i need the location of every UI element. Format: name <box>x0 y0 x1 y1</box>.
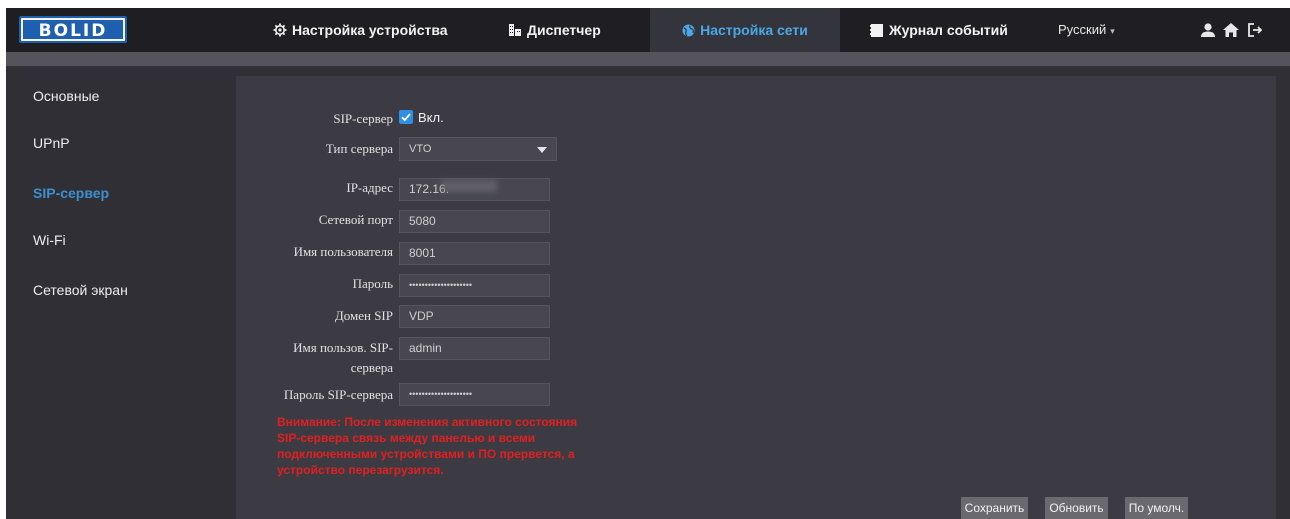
sip-domain-field[interactable]: VDP <box>399 305 550 328</box>
warning-line-3: подключенными устройствами и ПО прерветс… <box>277 447 575 461</box>
sip-user-label-line2: сервера <box>350 360 393 375</box>
dropdown-arrow-icon <box>537 147 547 153</box>
save-button[interactable]: Сохранить <box>961 497 1028 519</box>
nav-device-settings[interactable]: Настройка устройства <box>273 8 448 52</box>
refresh-button[interactable]: Обновить <box>1045 497 1108 519</box>
nav-dispatcher[interactable]: Диспетчер <box>508 8 601 52</box>
sip-user-label-line1: Имя пользов. SIP- <box>293 340 393 355</box>
svg-text:BOLID: BOLID <box>39 21 108 41</box>
sip-enabled-label: Вкл. <box>418 110 444 125</box>
sidebar-item-firewall[interactable]: Сетевой экран <box>33 282 128 298</box>
password-label: Пароль <box>352 276 393 291</box>
nav-event-log-label: Журнал событий <box>889 22 1008 38</box>
password-field[interactable]: •••••••••••••••••••• <box>399 274 550 297</box>
username-label: Имя пользователя <box>293 244 393 259</box>
nav-network-settings[interactable]: Настройка сети <box>650 8 840 52</box>
sidebar-item-basic[interactable]: Основные <box>33 88 99 104</box>
sip-password-field[interactable]: •••••••••••••••••••• <box>399 383 550 406</box>
sidebar-item-wifi[interactable]: Wi-Fi <box>33 232 66 248</box>
sidebar: Основные UPnP SIP-сервер Wi-Fi Сетевой э… <box>6 66 236 519</box>
nav-dispatcher-label: Диспетчер <box>527 22 601 38</box>
redacted-ip-blur <box>441 180 497 192</box>
sip-password-label: Пароль SIP-сервера <box>283 387 393 402</box>
sip-user-field[interactable]: admin <box>399 337 550 360</box>
chevron-down-icon: ▾ <box>1110 26 1115 36</box>
logout-icon[interactable] <box>1246 21 1264 39</box>
content-right-edge <box>1276 66 1290 519</box>
warning-line-4: устройство перезагрузится. <box>277 463 444 477</box>
ip-address-label: IP-адрес <box>346 180 393 195</box>
warning-line-2: SIP-сервера связь между панелью и всеми <box>277 431 536 445</box>
server-type-label: Тип сервера <box>325 141 393 156</box>
app-window: BOLID Настройка устройства Диспетчер Нас… <box>0 0 1290 519</box>
user-icon[interactable] <box>1199 21 1217 39</box>
gear-icon <box>273 23 287 37</box>
sidebar-item-upnp[interactable]: UPnP <box>33 135 70 151</box>
language-label: Русский <box>1058 22 1107 37</box>
default-button[interactable]: По умолч. <box>1125 497 1188 519</box>
checkmark-icon <box>401 113 411 122</box>
server-type-value: VTO <box>409 143 432 155</box>
building-icon <box>509 24 521 36</box>
server-type-select[interactable]: VTO <box>399 137 557 161</box>
sidebar-item-sip-server[interactable]: SIP-сервер <box>33 185 109 201</box>
username-field[interactable]: 8001 <box>399 242 550 265</box>
nav-event-log[interactable]: Журнал событий <box>870 8 1008 52</box>
network-port-field[interactable]: 5080 <box>399 210 550 233</box>
nav-device-settings-label: Настройка устройства <box>292 22 448 38</box>
sip-server-label: SIP-сервер <box>333 111 393 126</box>
sip-enabled-checkbox[interactable] <box>399 110 413 124</box>
home-icon[interactable] <box>1222 21 1240 39</box>
top-navigation-bar: BOLID Настройка устройства Диспетчер Нас… <box>6 8 1290 52</box>
globe-icon <box>682 24 695 36</box>
warning-line-1: Внимание: После изменения активного сост… <box>277 415 578 429</box>
language-selector[interactable]: Русский ▾ <box>1058 8 1115 52</box>
journal-icon <box>870 23 883 37</box>
network-port-label: Сетевой порт <box>318 212 393 227</box>
warning-message: Внимание: После изменения активного сост… <box>277 414 637 478</box>
sip-domain-label: Домен SIP <box>334 308 393 323</box>
nav-network-settings-label: Настройка сети <box>700 22 808 38</box>
header-divider <box>6 52 1290 66</box>
bolid-logo: BOLID <box>19 16 127 43</box>
